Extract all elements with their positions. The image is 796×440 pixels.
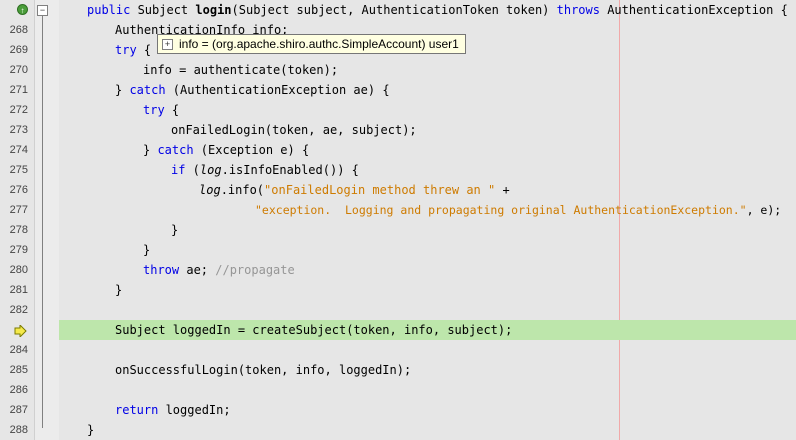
line-number: 272 xyxy=(9,104,28,116)
code-text: Subject xyxy=(130,3,196,17)
code-line: 273 onFailedLogin(token, ae, subject); xyxy=(0,120,796,140)
current-execution-line: Subject loggedIn = createSubject(token, … xyxy=(0,320,796,340)
line-number: 269 xyxy=(9,44,28,56)
code-line: 287 return loggedIn; xyxy=(0,400,796,420)
variable-tooltip[interactable]: + info = (org.apache.shiro.authc.SimpleA… xyxy=(157,34,466,54)
code-text: } xyxy=(87,423,95,437)
line-number: 281 xyxy=(9,284,28,296)
line-number: 287 xyxy=(9,404,28,416)
keyword: return xyxy=(115,403,159,417)
code-text: ( xyxy=(185,163,200,177)
code-text: (Subject subject, AuthenticationToken to… xyxy=(231,3,557,17)
code-text: } xyxy=(171,223,179,237)
code-line: 277 "exception. Logging and propagating … xyxy=(0,200,796,220)
line-number: 271 xyxy=(9,84,28,96)
code-line: 285 onSuccessfulLogin(token, info, logge… xyxy=(0,360,796,380)
line-number: 279 xyxy=(9,244,28,256)
string-literal: "exception. Logging and propagating orig… xyxy=(255,203,747,217)
line-number: 273 xyxy=(9,124,28,136)
line-number: 280 xyxy=(9,264,28,276)
code-text: { xyxy=(136,43,152,57)
keyword: throws xyxy=(556,3,600,17)
line-number: 277 xyxy=(9,204,28,216)
line-number: 268 xyxy=(9,24,28,36)
static-field: log xyxy=(199,163,222,177)
method-name: login xyxy=(195,3,232,17)
code-line: public Subject login(Subject subject, Au… xyxy=(0,0,796,20)
code-line: 288 } xyxy=(0,420,796,440)
line-number: 282 xyxy=(9,304,28,316)
keyword: if xyxy=(171,163,186,177)
string-literal: "onFailedLogin method threw an " xyxy=(264,183,496,197)
code-text: (Exception e) { xyxy=(193,143,310,157)
line-number: 284 xyxy=(9,344,28,356)
static-field: log xyxy=(199,183,221,197)
code-line: 286 xyxy=(0,380,796,400)
comment: //propagate xyxy=(215,263,295,277)
code-text: } xyxy=(143,243,151,257)
code-line: 281 } xyxy=(0,280,796,300)
keyword: catch xyxy=(129,83,166,97)
code-text: { xyxy=(164,103,180,117)
code-line: 279 } xyxy=(0,240,796,260)
code-text: , e); xyxy=(746,203,782,217)
line-number: 274 xyxy=(9,144,28,156)
keyword: try xyxy=(143,103,165,117)
code-text: ae; xyxy=(179,263,216,277)
code-text: } xyxy=(143,143,158,157)
code-text: } xyxy=(115,83,130,97)
line-number: 278 xyxy=(9,224,28,236)
code-text: .isInfoEnabled()) { xyxy=(221,163,359,177)
code-text: (AuthenticationException ae) { xyxy=(165,83,390,97)
code-text: + xyxy=(495,183,510,197)
code-line: 276 log.info("onFailedLogin method threw… xyxy=(0,180,796,200)
line-number: 288 xyxy=(9,424,28,436)
line-number: 276 xyxy=(9,184,28,196)
line-number: 285 xyxy=(9,364,28,376)
code-text: .info( xyxy=(220,183,265,197)
code-line: 280 throw ae; //propagate xyxy=(0,260,796,280)
code-line: 275 if (log.isInfoEnabled()) { xyxy=(0,160,796,180)
keyword: try xyxy=(115,43,137,57)
line-number: 286 xyxy=(9,384,28,396)
code-line: 278 } xyxy=(0,220,796,240)
code-line: 284 xyxy=(0,340,796,360)
tooltip-text: info = (org.apache.shiro.authc.SimpleAcc… xyxy=(179,37,459,51)
keyword: catch xyxy=(157,143,194,157)
code-text: AuthenticationException { xyxy=(599,3,788,17)
code-line: 270 info = authenticate(token); xyxy=(0,60,796,80)
code-line: 274 } catch (Exception e) { xyxy=(0,140,796,160)
keyword: throw xyxy=(143,263,180,277)
line-number: 275 xyxy=(9,164,28,176)
expand-icon[interactable]: + xyxy=(162,38,173,50)
keyword: public xyxy=(87,3,131,17)
code-text: Subject loggedIn = createSubject(token, … xyxy=(115,323,513,337)
code-line: 271 } catch (AuthenticationException ae)… xyxy=(0,80,796,100)
code-text: info = authenticate(token); xyxy=(143,63,339,77)
code-line: 282 xyxy=(0,300,796,320)
code-text: } xyxy=(115,283,123,297)
code-text: loggedIn; xyxy=(158,403,231,417)
line-number: 270 xyxy=(9,64,28,76)
code-text: onSuccessfulLogin(token, info, loggedIn)… xyxy=(115,363,412,377)
code-text: onFailedLogin(token, ae, subject); xyxy=(171,123,417,137)
code-line: 272 try { xyxy=(0,100,796,120)
